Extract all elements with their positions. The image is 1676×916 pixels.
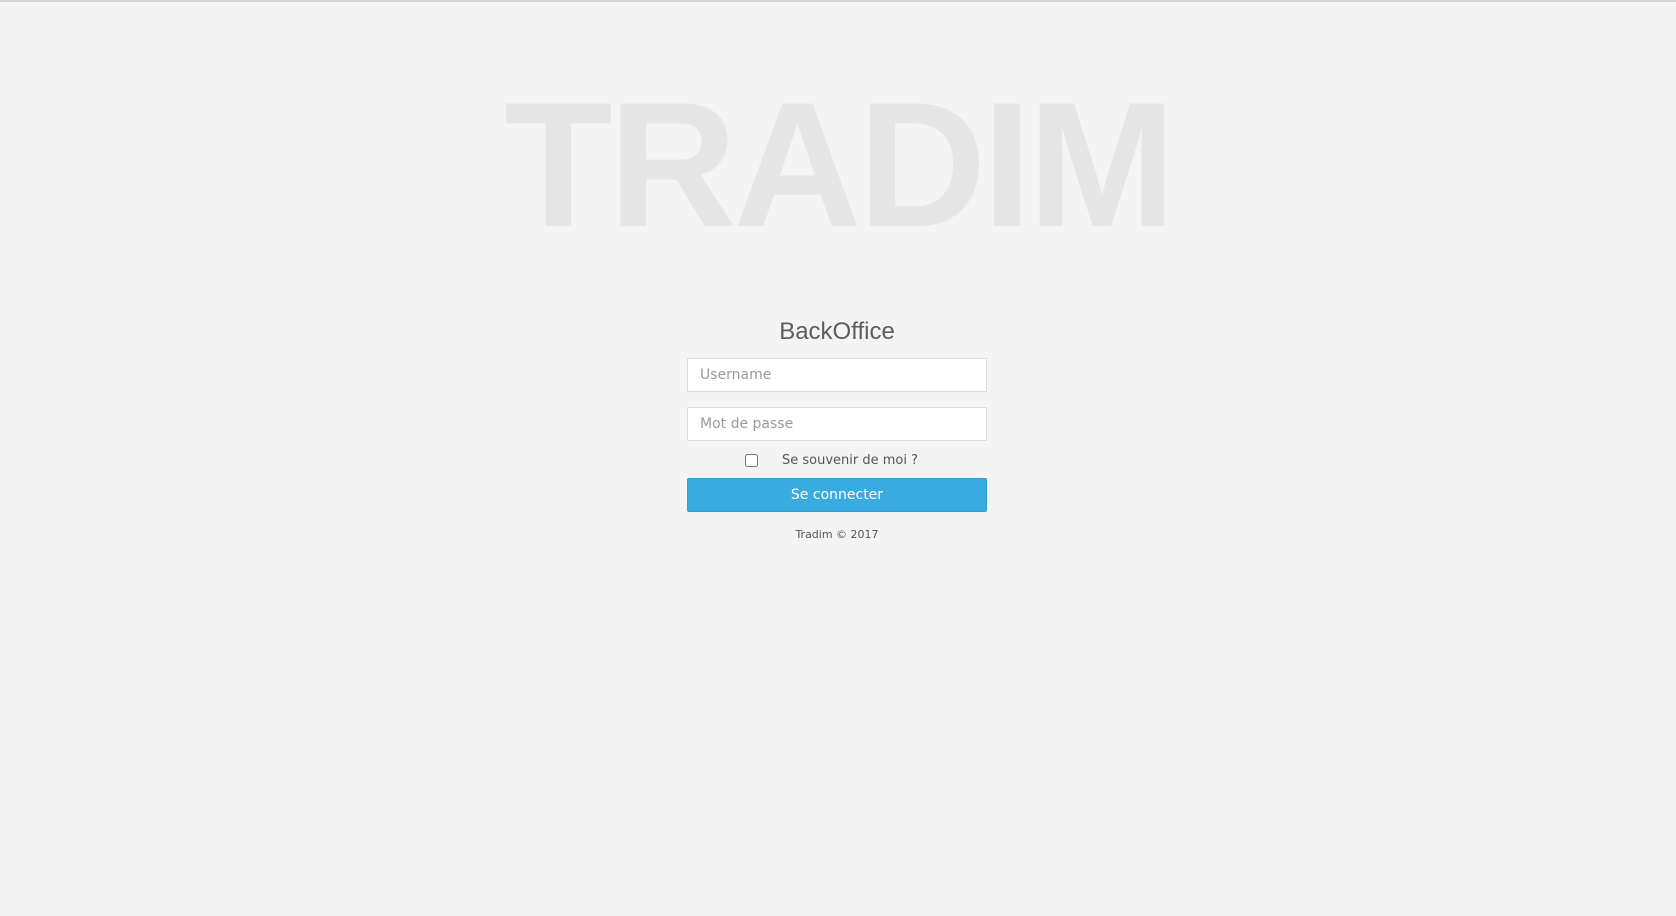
- brand-logo: TRADIM: [503, 65, 1176, 264]
- copyright-footer: Tradim © 2017: [795, 528, 879, 541]
- password-field[interactable]: [687, 407, 987, 441]
- remember-me-checkbox[interactable]: [745, 453, 758, 467]
- remember-me-row: Se souvenir de moi ?: [687, 449, 987, 471]
- login-button[interactable]: Se connecter: [687, 478, 987, 512]
- page-title: BackOffice: [779, 318, 895, 345]
- login-form: BackOffice Se souvenir de moi ? Se conne…: [687, 316, 987, 541]
- remember-me-label[interactable]: Se souvenir de moi ?: [782, 453, 918, 468]
- username-field[interactable]: [687, 358, 987, 392]
- top-border: [0, 0, 1676, 2]
